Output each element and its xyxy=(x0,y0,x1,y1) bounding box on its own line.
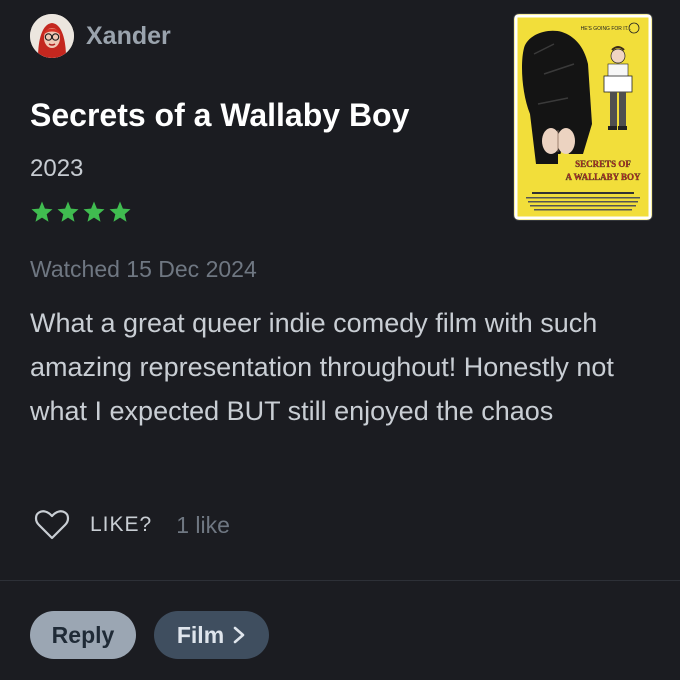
like-row[interactable]: LIKE? 1 like xyxy=(34,509,230,541)
reviewer-header[interactable]: Xander xyxy=(30,14,171,58)
avatar-image xyxy=(30,14,74,58)
reply-button-label: Reply xyxy=(51,621,115,648)
avatar[interactable] xyxy=(30,14,74,58)
like-button-label[interactable]: LIKE? xyxy=(90,513,152,537)
star-icon xyxy=(57,201,79,222)
reviewer-name[interactable]: Xander xyxy=(86,22,171,51)
heart-icon[interactable] xyxy=(34,509,70,541)
film-button-label: Film xyxy=(176,621,225,648)
film-year[interactable]: 2023 xyxy=(30,155,83,183)
star-rating xyxy=(30,200,134,224)
chevron-right-icon xyxy=(233,626,245,644)
watched-date: Watched 15 Dec 2024 xyxy=(30,256,257,282)
like-count[interactable]: 1 like xyxy=(176,512,230,539)
film-title[interactable]: Secrets of a Wallaby Boy xyxy=(30,97,409,134)
review-text: What a great queer indie comedy film wit… xyxy=(30,308,614,426)
star-icon xyxy=(31,201,53,222)
film-poster[interactable]: HE'S GOING FOR IT... SECRETS OF A WALLAB… xyxy=(514,14,652,220)
star-icon xyxy=(83,201,105,222)
divider xyxy=(0,580,680,581)
star-icon xyxy=(109,201,131,222)
poster-title-line2: A WALLABY BOY xyxy=(565,172,641,182)
reply-button[interactable]: Reply xyxy=(30,611,136,659)
poster-tagline: HE'S GOING FOR IT... xyxy=(581,26,632,32)
film-button[interactable]: Film xyxy=(154,611,269,659)
poster-title-line1: SECRETS OF xyxy=(575,159,631,169)
poster-artwork: HE'S GOING FOR IT... SECRETS OF A WALLAB… xyxy=(514,14,652,220)
